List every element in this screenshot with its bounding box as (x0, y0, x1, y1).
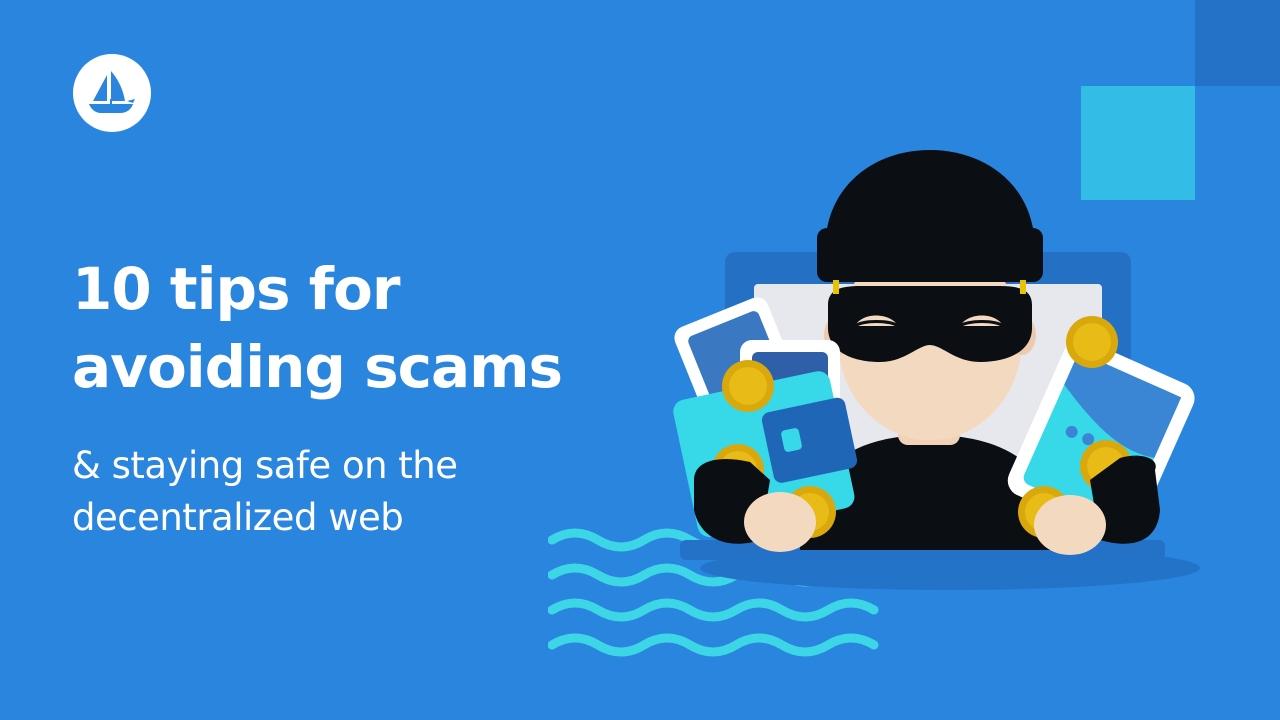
sailboat-icon (89, 71, 135, 113)
headline: 10 tips for avoiding scams (72, 250, 563, 406)
masked-thief-icon (673, 150, 1200, 590)
wave-line (548, 598, 879, 622)
subheadline-line-1: & staying safe on the (72, 444, 458, 487)
headline-line-1: 10 tips for (72, 255, 400, 323)
thumbnail-canvas: 10 tips for avoiding scams & staying saf… (0, 0, 1280, 720)
opensea-logo (73, 54, 151, 132)
headline-line-2: avoiding scams (72, 333, 563, 401)
decor-square-dark (1195, 0, 1280, 86)
wave-line (548, 633, 879, 657)
subheadline-line-2: decentralized web (72, 496, 404, 539)
subheadline: & staying safe on the decentralized web (72, 440, 458, 544)
beanie-icon (817, 150, 1043, 282)
